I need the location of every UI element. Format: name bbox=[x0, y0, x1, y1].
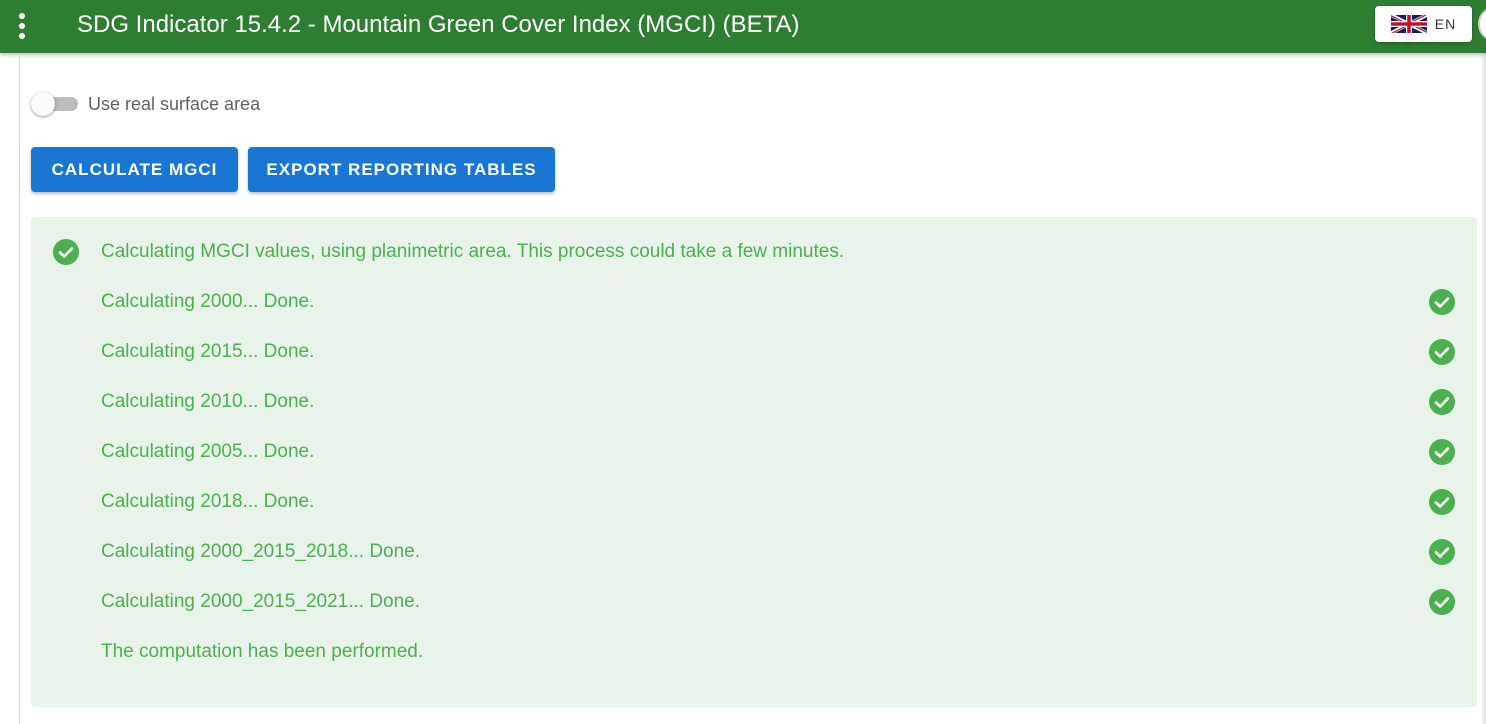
app-title: SDG Indicator 15.4.2 - Mountain Green Co… bbox=[77, 11, 800, 38]
calculate-mgci-button[interactable]: CALCULATE MGCI bbox=[31, 147, 238, 192]
step-text: Calculating 2005... Done. bbox=[101, 441, 315, 462]
sidebar-divider bbox=[19, 53, 20, 724]
real-surface-area-label: Use real surface area bbox=[88, 93, 261, 114]
check-circle-icon bbox=[1429, 339, 1455, 365]
check-circle-icon bbox=[53, 239, 79, 265]
step-text: Calculating 2018... Done. bbox=[101, 491, 315, 512]
check-circle-icon bbox=[1429, 539, 1455, 565]
more-vert-icon[interactable] bbox=[10, 9, 34, 43]
step-text: Calculating 2000_2015_2018... Done. bbox=[101, 541, 421, 562]
app-bar: SDG Indicator 15.4.2 - Mountain Green Co… bbox=[0, 0, 1486, 53]
real-surface-area-toggle[interactable] bbox=[30, 90, 78, 118]
check-circle-icon bbox=[1429, 439, 1455, 465]
real-surface-area-option: Use real surface area bbox=[30, 90, 260, 118]
uk-flag-icon bbox=[1390, 15, 1427, 33]
language-selector-button[interactable]: EN bbox=[1375, 6, 1472, 42]
language-label: EN bbox=[1434, 16, 1457, 32]
check-circle-icon bbox=[1429, 489, 1455, 515]
step-text: Calculating 2000... Done. bbox=[101, 291, 315, 312]
alert-message: Calculating MGCI values, using planimetr… bbox=[101, 241, 845, 262]
user-avatar[interactable] bbox=[1478, 6, 1486, 42]
alert-footer: The computation has been performed. bbox=[101, 641, 424, 662]
scroll-edge bbox=[1480, 53, 1486, 724]
step-text: Calculating 2015... Done. bbox=[101, 341, 315, 362]
step-text: Calculating 2010... Done. bbox=[101, 391, 315, 412]
export-reporting-tables-button[interactable]: EXPORT REPORTING TABLES bbox=[248, 147, 555, 192]
check-circle-icon bbox=[1429, 389, 1455, 415]
check-circle-icon bbox=[1429, 589, 1455, 615]
check-circle-icon bbox=[1429, 289, 1455, 315]
success-alert: Calculating MGCI values, using planimetr… bbox=[31, 217, 1477, 707]
step-text: Calculating 2000_2015_2021... Done. bbox=[101, 591, 421, 612]
